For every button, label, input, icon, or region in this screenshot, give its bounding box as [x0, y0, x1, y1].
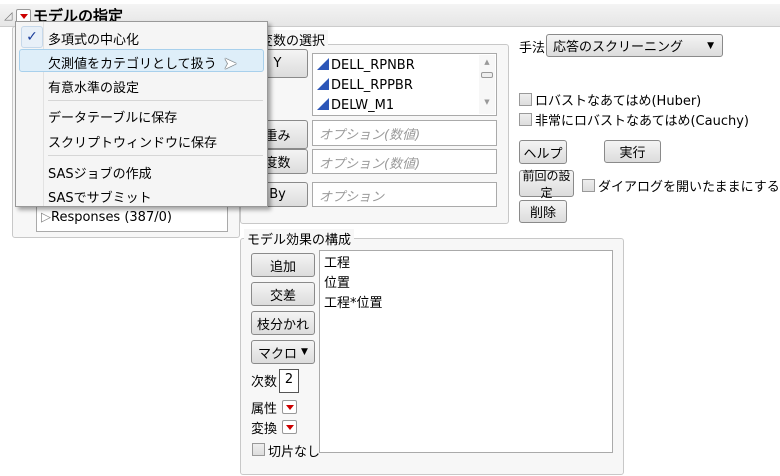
effects-list[interactable]: 工程 位置 工程*位置: [319, 250, 613, 453]
method-label: 手法:: [519, 41, 550, 56]
cauchy-checkbox[interactable]: [519, 113, 532, 126]
expand-triangle-icon: ▷: [41, 210, 51, 225]
degree-input[interactable]: 2: [279, 369, 299, 393]
nest-button[interactable]: 枝分かれ: [251, 311, 315, 335]
freq-input[interactable]: オプション(数値): [312, 149, 497, 174]
no-intercept-checkbox[interactable]: [252, 443, 265, 456]
method-select[interactable]: 応答のスクリーニング ▼: [546, 34, 723, 57]
check-icon: ✓: [21, 26, 43, 48]
continuous-icon: [317, 58, 329, 70]
menu-item-save-to-script[interactable]: スクリプトウィンドウに保存: [48, 132, 217, 151]
effect-item[interactable]: 位置: [324, 274, 608, 294]
menu-separator: [48, 155, 263, 156]
keep-open-label: ダイアログを開いたままにする: [598, 180, 780, 195]
menu-item-set-alpha[interactable]: 有意水準の設定: [48, 77, 139, 96]
continuous-icon: [317, 78, 329, 90]
scrollbar[interactable]: ▲ ▼: [479, 55, 495, 114]
help-button[interactable]: ヘルプ: [519, 140, 567, 164]
huber-label: ロバストなあてはめ(Huber): [535, 94, 702, 109]
mouse-cursor-icon: ➤: [223, 54, 238, 74]
attributes-menu-button[interactable]: [282, 400, 297, 414]
cauchy-label: 非常にロバストなあてはめ(Cauchy): [535, 114, 749, 129]
menu-item-center-polynomials[interactable]: 多項式の中心化: [48, 29, 139, 48]
transform-menu-button[interactable]: [282, 420, 297, 434]
by-input[interactable]: オプション: [312, 182, 497, 207]
recall-button[interactable]: 前回の設定: [519, 169, 574, 200]
remove-button[interactable]: 削除: [519, 200, 567, 223]
y-list[interactable]: DELL_RPNBR DELL_RPPBR DELW_M1 ▲ ▼: [312, 53, 497, 116]
no-intercept-label: 切片なし: [268, 445, 321, 460]
run-button[interactable]: 実行: [604, 140, 661, 163]
y-list-item[interactable]: DELW_M1: [317, 96, 492, 116]
disclosure-icon[interactable]: ◿: [4, 9, 12, 22]
macros-button[interactable]: マクロ ▼: [251, 340, 315, 364]
cross-button[interactable]: 交差: [251, 282, 315, 306]
degree-label: 次数: [251, 375, 278, 390]
continuous-icon: [317, 98, 329, 110]
menu-separator: [48, 100, 263, 101]
chevron-down-icon: ▼: [301, 347, 308, 357]
responses-group[interactable]: ▷Responses (387/0): [41, 210, 172, 225]
options-popup-menu: ✓ 多項式の中心化 欠測値をカテゴリとして扱う ➤ 有意水準の設定 データテーブ…: [15, 21, 268, 207]
effect-item[interactable]: 工程*位置: [324, 294, 608, 314]
keep-open-checkbox[interactable]: [582, 179, 595, 192]
menu-item-missing-as-category[interactable]: 欠測値をカテゴリとして扱う: [48, 53, 217, 72]
chevron-down-icon: ▼: [707, 40, 714, 51]
menu-item-submit-to-sas[interactable]: SASでサブミット: [48, 187, 152, 206]
y-list-item[interactable]: DELL_RPPBR: [317, 76, 492, 96]
y-list-item[interactable]: DELL_RPNBR: [317, 56, 492, 76]
weight-input[interactable]: オプション(数値): [312, 120, 497, 146]
add-button[interactable]: 追加: [251, 253, 315, 277]
effect-item[interactable]: 工程: [324, 254, 608, 274]
menu-item-save-to-table[interactable]: データテーブルに保存: [48, 107, 177, 126]
effects-title: モデル効果の構成: [244, 229, 355, 248]
menu-item-create-sas-job[interactable]: SASジョブの作成: [48, 163, 152, 182]
huber-checkbox[interactable]: [519, 93, 532, 106]
attributes-label: 属性: [251, 402, 278, 417]
transform-label: 変換: [251, 422, 278, 437]
